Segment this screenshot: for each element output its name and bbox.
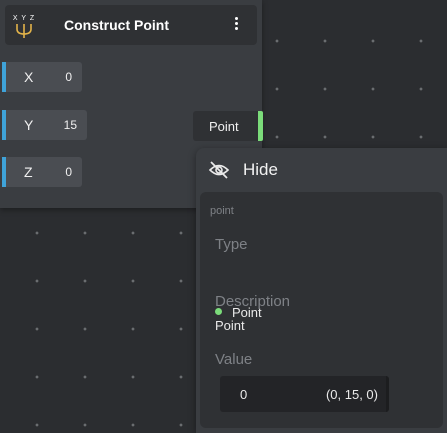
vertical-dots-icon[interactable] bbox=[233, 15, 239, 35]
xyz-fork-icon: X Y Z bbox=[11, 12, 37, 40]
port-info-popover: Hide point Type Point Description Point … bbox=[196, 148, 447, 433]
description-heading: Description bbox=[215, 293, 291, 310]
input-port-value[interactable]: 0 bbox=[65, 70, 72, 84]
type-heading: Type bbox=[215, 236, 248, 253]
input-port-value[interactable]: 0 bbox=[65, 165, 72, 179]
input-port-label: X bbox=[24, 69, 34, 85]
input-port-label: Z bbox=[24, 164, 33, 180]
value-text: (0, 15, 0) bbox=[325, 387, 378, 402]
eye-slash-icon bbox=[208, 160, 230, 180]
value-index: 0 bbox=[240, 387, 248, 402]
node-header[interactable]: X Y Z Construct Point bbox=[5, 5, 257, 45]
output-port-point[interactable]: Point bbox=[193, 111, 263, 141]
port-details-panel: point Type Point Description Point Value… bbox=[200, 192, 443, 428]
input-port-y[interactable]: Y 15 bbox=[2, 110, 87, 140]
hide-label: Hide bbox=[243, 160, 278, 179]
input-port-z[interactable]: Z 0 bbox=[2, 157, 82, 187]
input-port-value[interactable]: 15 bbox=[64, 118, 77, 132]
value-heading: Value bbox=[215, 351, 253, 368]
input-port-label: Y bbox=[24, 117, 34, 133]
value-display: 0 (0, 15, 0) bbox=[220, 376, 389, 412]
output-port-connector[interactable] bbox=[258, 111, 263, 141]
hide-button[interactable]: Hide bbox=[196, 148, 447, 192]
xyz-icon-text: X Y Z bbox=[13, 15, 35, 22]
description-value: Point bbox=[215, 318, 245, 333]
port-name: point bbox=[210, 205, 234, 217]
input-port-x[interactable]: X 0 bbox=[2, 62, 82, 92]
output-port-label: Point bbox=[209, 119, 239, 134]
node-title: Construct Point bbox=[64, 17, 169, 33]
